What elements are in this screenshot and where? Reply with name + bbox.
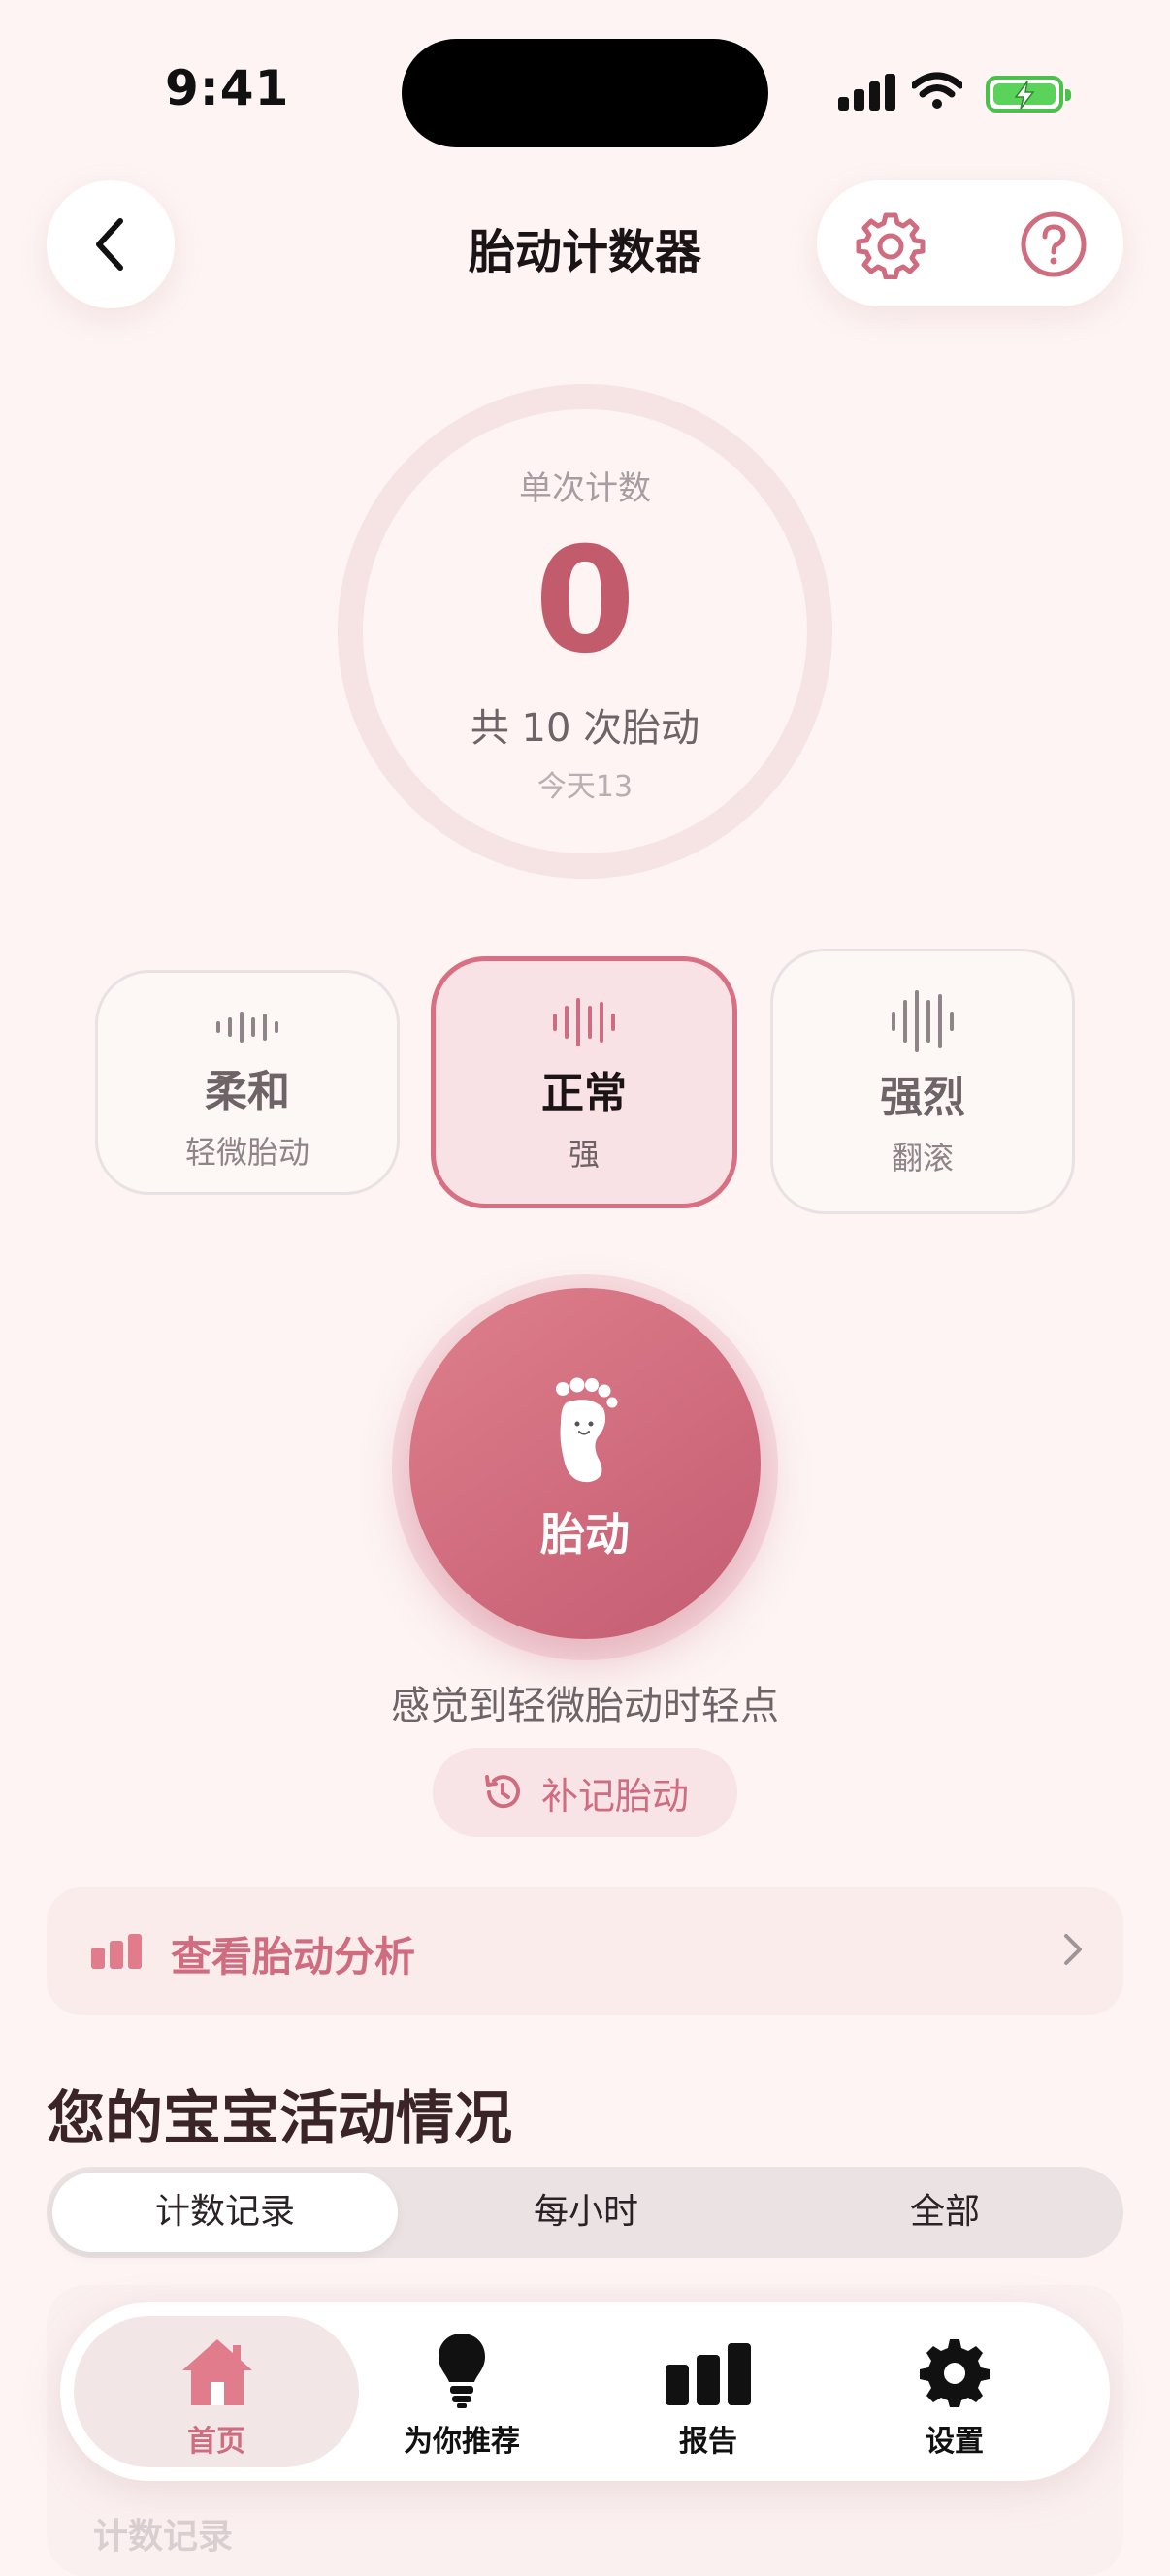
lightbulb-icon bbox=[439, 2334, 485, 2408]
tab-all[interactable]: 全部 bbox=[772, 2173, 1118, 2252]
intensity-title: 正常 bbox=[541, 1069, 627, 1118]
records-label: 计数记录 bbox=[93, 2517, 234, 2557]
soundwave-icon bbox=[553, 998, 615, 1046]
header-actions bbox=[817, 180, 1123, 306]
tab-settings[interactable]: 设置 bbox=[858, 2302, 1052, 2481]
analysis-link[interactable]: 查看胎动分析 bbox=[47, 1887, 1123, 2015]
tab-label: 首页 bbox=[187, 2425, 245, 2459]
intensity-title: 强烈 bbox=[880, 1073, 965, 1122]
dynamic-island bbox=[402, 39, 768, 147]
battery-charging-icon bbox=[986, 76, 1071, 113]
bar-chart-icon bbox=[666, 2343, 751, 2405]
counter-today: 今天13 bbox=[536, 770, 634, 804]
bar-chart-icon bbox=[91, 1934, 142, 1969]
tab-recommend[interactable]: 为你推荐 bbox=[365, 2302, 559, 2481]
chevron-right-icon bbox=[1064, 1934, 1082, 1965]
intensity-subtitle: 翻滚 bbox=[891, 1140, 954, 1176]
backfill-label: 补记胎动 bbox=[540, 1774, 689, 1818]
tab-label: 为你推荐 bbox=[404, 2425, 520, 2459]
tab-report[interactable]: 报告 bbox=[611, 2302, 805, 2481]
home-icon bbox=[182, 2339, 252, 2405]
soundwave-icon bbox=[892, 990, 954, 1052]
tab-home[interactable]: 首页 bbox=[119, 2302, 313, 2481]
tab-count-records[interactable]: 计数记录 bbox=[52, 2173, 398, 2252]
section-title: 您的宝宝活动情况 bbox=[47, 2085, 512, 2153]
tab-label: 报告 bbox=[679, 2425, 737, 2459]
intensity-option-soft[interactable]: 柔和 轻微胎动 bbox=[95, 970, 400, 1195]
intensity-option-normal[interactable]: 正常 强 bbox=[431, 956, 737, 1208]
activity-segmented-control: 计数记录 每小时 全部 bbox=[47, 2167, 1123, 2258]
counter-label: 单次计数 bbox=[519, 469, 651, 508]
counter-total: 共 10 次胎动 bbox=[470, 706, 700, 751]
help-icon[interactable] bbox=[1019, 209, 1089, 279]
backfill-button[interactable]: 补记胎动 bbox=[433, 1748, 737, 1837]
intensity-option-strong[interactable]: 强烈 翻滚 bbox=[770, 949, 1075, 1214]
soundwave-icon bbox=[216, 1012, 278, 1043]
analysis-label: 查看胎动分析 bbox=[171, 1933, 416, 1980]
wifi-icon bbox=[912, 72, 962, 109]
intensity-subtitle: 强 bbox=[568, 1136, 600, 1173]
status-time: 9:41 bbox=[165, 60, 290, 116]
gear-icon[interactable] bbox=[856, 209, 926, 279]
tab-hourly[interactable]: 每小时 bbox=[413, 2173, 759, 2252]
cellular-signal-icon bbox=[838, 74, 900, 111]
bottom-tab-bar: 首页 为你推荐 报告 设置 bbox=[60, 2302, 1110, 2481]
gear-icon bbox=[920, 2339, 990, 2407]
intensity-title: 柔和 bbox=[205, 1067, 290, 1116]
baby-foot-icon bbox=[556, 1377, 618, 1483]
record-movement-label: 胎动 bbox=[540, 1508, 630, 1561]
tab-label: 设置 bbox=[926, 2425, 984, 2459]
intensity-subtitle: 轻微胎动 bbox=[184, 1134, 309, 1171]
history-icon bbox=[484, 1775, 520, 1809]
tap-hint: 感觉到轻微胎动时轻点 bbox=[391, 1684, 779, 1728]
counter-value: 0 bbox=[534, 517, 636, 686]
